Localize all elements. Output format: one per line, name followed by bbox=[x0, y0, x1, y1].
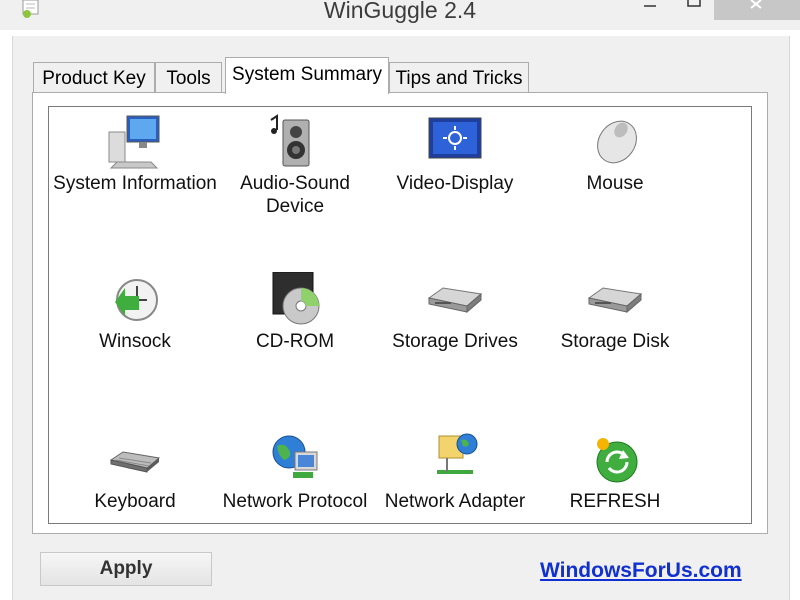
network-adapter-icon bbox=[437, 433, 478, 474]
title-bar: WinGuggle 2.4 bbox=[0, 0, 800, 30]
hard-disk-icon bbox=[587, 287, 643, 314]
mouse-button[interactable]: Mouse bbox=[530, 114, 700, 195]
minimize-button[interactable] bbox=[636, 0, 664, 16]
item-label: REFRESH bbox=[569, 491, 661, 512]
audio-sound-device-button[interactable]: Audio-Sound Device bbox=[210, 114, 380, 218]
tab-label: System Summary bbox=[232, 64, 382, 85]
mouse-icon bbox=[597, 120, 637, 164]
clock-arrow-icon bbox=[115, 279, 158, 321]
apply-button[interactable]: Apply bbox=[40, 552, 212, 586]
tab-label: Product Key bbox=[42, 68, 146, 89]
item-label: Network Adapter bbox=[384, 491, 526, 512]
tab-label: Tips and Tricks bbox=[395, 68, 523, 89]
video-display-button[interactable]: Video-Display bbox=[370, 114, 540, 195]
windowsforus-link[interactable]: WindowsForUs.com bbox=[540, 559, 742, 583]
system-information-button[interactable]: System Information bbox=[50, 114, 220, 195]
item-label: CD-ROM bbox=[255, 331, 335, 352]
close-button[interactable] bbox=[714, 0, 800, 20]
network-protocol-button[interactable]: Network Protocol bbox=[210, 432, 380, 513]
network-adapter-button[interactable]: Network Adapter bbox=[370, 432, 540, 513]
hard-drive-icon bbox=[427, 287, 483, 314]
item-label: Video-Display bbox=[396, 173, 514, 194]
tab-tips-and-tricks[interactable]: Tips and Tricks bbox=[389, 62, 529, 93]
item-label: Storage Drives bbox=[392, 331, 518, 352]
cd-rom-icon bbox=[272, 272, 320, 325]
refresh-icon bbox=[596, 438, 638, 483]
computer-icon bbox=[108, 115, 160, 169]
speaker-icon bbox=[270, 114, 310, 167]
display-icon bbox=[428, 117, 482, 159]
cd-rom-button[interactable]: CD-ROM bbox=[210, 272, 380, 353]
tab-product-key[interactable]: Product Key bbox=[33, 62, 155, 93]
item-label: Network Protocol bbox=[222, 491, 368, 512]
tab-tools[interactable]: Tools bbox=[155, 62, 222, 93]
tab-system-summary[interactable]: System Summary bbox=[225, 57, 389, 94]
storage-disk-button[interactable]: Storage Disk bbox=[530, 272, 700, 353]
item-label: Mouse bbox=[586, 173, 644, 194]
item-label: Keyboard bbox=[94, 491, 176, 512]
item-label: System Information bbox=[53, 173, 217, 194]
winsock-button[interactable]: Winsock bbox=[50, 272, 220, 353]
keyboard-icon bbox=[109, 451, 161, 473]
keyboard-button[interactable]: Keyboard bbox=[50, 432, 220, 513]
tab-label: Tools bbox=[166, 68, 211, 89]
maximize-button[interactable] bbox=[680, 0, 708, 16]
refresh-button[interactable]: REFRESH bbox=[530, 432, 700, 513]
item-label: Audio-Sound Device bbox=[240, 173, 350, 217]
globe-network-icon bbox=[272, 435, 318, 478]
storage-drives-button[interactable]: Storage Drives bbox=[370, 272, 540, 353]
item-label: Storage Disk bbox=[560, 331, 670, 352]
item-label: Winsock bbox=[99, 331, 171, 352]
